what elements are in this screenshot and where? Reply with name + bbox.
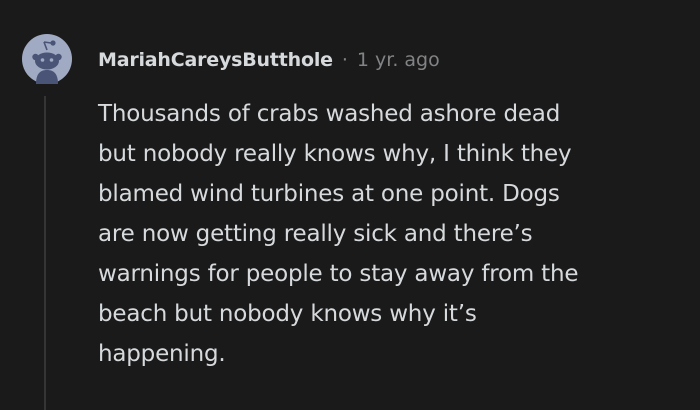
comment-line: beach but nobody knows why it’s bbox=[98, 301, 477, 327]
username-link[interactable]: MariahCareysButthole bbox=[98, 49, 333, 71]
meta-separator: · bbox=[341, 49, 348, 71]
comment-header: MariahCareysButthole · 1 yr. ago bbox=[98, 44, 440, 76]
comment-line: blamed wind turbines at one point. Dogs bbox=[98, 181, 560, 207]
comment-line: are now getting really sick and there’s bbox=[98, 221, 533, 247]
comment-line: Thousands of crabs washed ashore dead bbox=[98, 101, 561, 127]
comment-body: Thousands of crabs washed ashore dead bu… bbox=[98, 94, 688, 374]
avatar[interactable] bbox=[22, 34, 72, 84]
comment-line: happening. bbox=[98, 341, 226, 367]
comment-line: warnings for people to stay away from th… bbox=[98, 261, 579, 287]
comment-line: but nobody really knows why, I think the… bbox=[98, 141, 572, 167]
timestamp[interactable]: 1 yr. ago bbox=[357, 49, 440, 71]
thread-line[interactable] bbox=[44, 96, 46, 410]
comment: MariahCareysButthole · 1 yr. ago Thousan… bbox=[0, 0, 700, 410]
reddit-snoo-avatar-icon bbox=[22, 34, 72, 84]
